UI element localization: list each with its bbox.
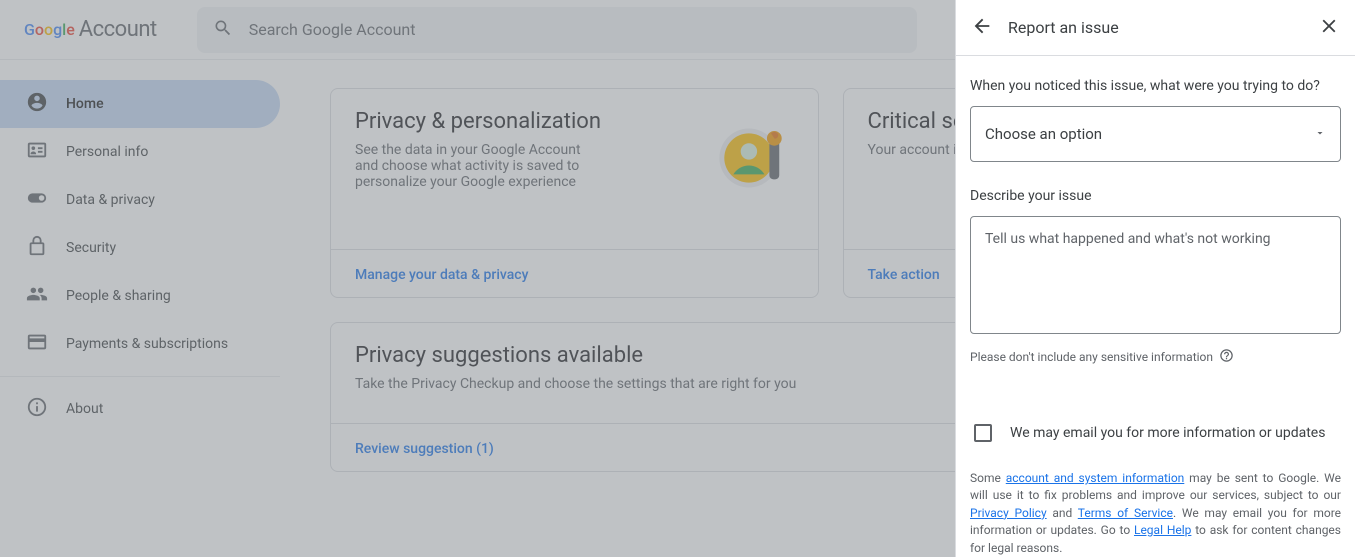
sensitive-info-hint: Please don't include any sensitive infor… bbox=[970, 348, 1341, 366]
close-button[interactable] bbox=[1317, 16, 1341, 40]
account-info-link[interactable]: account and system information bbox=[1006, 471, 1185, 485]
select-value: Choose an option bbox=[985, 125, 1102, 143]
legal-help-link[interactable]: Legal Help bbox=[1134, 523, 1191, 537]
panel-title: Report an issue bbox=[1008, 18, 1317, 37]
close-icon bbox=[1318, 15, 1340, 41]
panel-header: Report an issue bbox=[956, 0, 1355, 56]
question-2-label: Describe your issue bbox=[970, 188, 1341, 204]
describe-issue-textarea[interactable] bbox=[970, 216, 1341, 334]
email-opt-in-label: We may email you for more information or… bbox=[1010, 425, 1325, 441]
question-1-label: When you noticed this issue, what were y… bbox=[970, 78, 1341, 94]
legal-disclaimer: Some account and system information may … bbox=[970, 470, 1341, 557]
email-opt-in-checkbox[interactable] bbox=[974, 424, 992, 442]
report-issue-panel: Report an issue When you noticed this is… bbox=[955, 0, 1355, 557]
back-button[interactable] bbox=[970, 16, 994, 40]
dropdown-icon bbox=[1314, 125, 1326, 143]
privacy-policy-link[interactable]: Privacy Policy bbox=[970, 506, 1047, 520]
issue-action-select[interactable]: Choose an option bbox=[970, 106, 1341, 162]
terms-link[interactable]: Terms of Service bbox=[1078, 506, 1173, 520]
arrow-back-icon bbox=[971, 15, 993, 41]
help-icon[interactable] bbox=[1219, 348, 1234, 366]
